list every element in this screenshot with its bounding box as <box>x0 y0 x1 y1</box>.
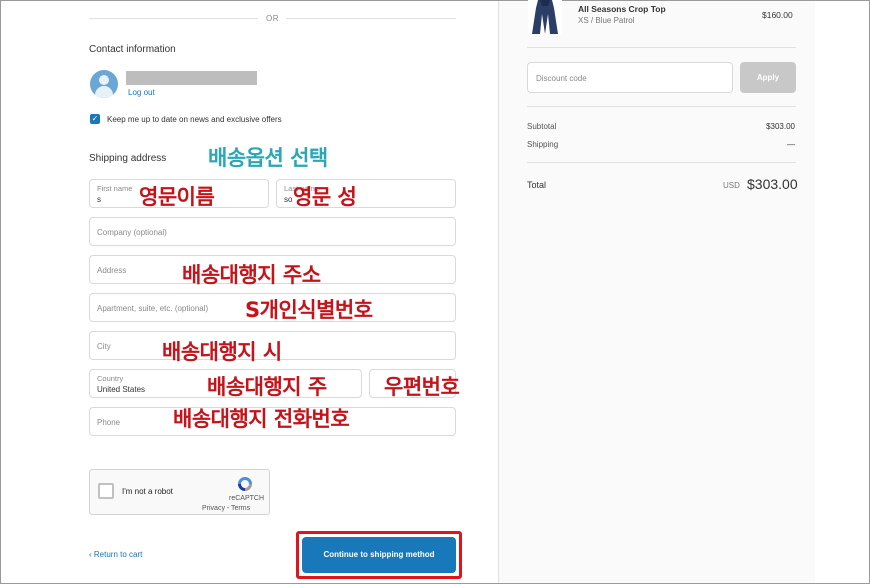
last-name-value: so <box>284 195 293 204</box>
return-to-cart-link[interactable]: ‹ Return to cart <box>89 550 142 559</box>
divider-line-left <box>89 18 258 19</box>
first-name-label: First name <box>97 184 133 193</box>
shipping-value: — <box>787 140 795 149</box>
annotation-english-last-name: 영문 성 <box>293 185 357 209</box>
contact-information-title: Contact information <box>89 44 176 55</box>
recaptcha-logo-icon <box>238 477 252 491</box>
summary-divider <box>527 47 796 48</box>
marketing-optin-label: Keep me up to date on news and exclusive… <box>107 115 282 124</box>
annotation-shipping-option: 배송옵션 선택 <box>208 146 328 170</box>
total-value: $303.00 <box>747 176 798 192</box>
country-value: United States <box>97 385 146 394</box>
subtotal-label: Subtotal <box>527 122 557 131</box>
total-label: Total <box>527 180 547 190</box>
company-field[interactable]: Company (optional) <box>89 217 456 246</box>
logout-link[interactable]: Log out <box>128 88 155 97</box>
divider-or-label: OR <box>266 14 279 23</box>
country-label: Country <box>97 374 124 383</box>
annotation-forwarder-city: 배송대행지 시 <box>162 340 282 364</box>
recaptcha-brand: reCAPTCH <box>229 495 265 502</box>
discount-code-placeholder: Discount code <box>536 74 587 83</box>
avatar-head-icon <box>99 75 109 85</box>
company-placeholder: Company (optional) <box>97 228 167 237</box>
marketing-optin-checkbox[interactable]: ✓ <box>90 114 100 124</box>
annotation-english-first-name: 영문이름 <box>139 185 215 209</box>
shipping-label: Shipping <box>527 140 559 149</box>
divider-line-right <box>286 18 456 19</box>
product-name: All Seasons Crop Top <box>578 4 666 14</box>
apartment-placeholder: Apartment, suite, etc. (optional) <box>97 304 209 313</box>
recaptcha-privacy-terms-link[interactable]: Privacy - Terms <box>202 505 250 512</box>
avatar-body-icon <box>95 86 113 98</box>
subtotal-value: $303.00 <box>766 122 795 131</box>
city-placeholder: City <box>97 342 111 351</box>
recaptcha-widget: I'm not a robot reCAPTCH Privacy - Terms <box>89 469 270 515</box>
annotation-forwarder-address: 배송대행지 주소 <box>182 263 321 287</box>
first-name-value: s <box>97 195 101 204</box>
annotation-personal-id: S개인식별번호 <box>245 298 373 322</box>
apply-discount-button[interactable]: Apply <box>740 62 796 93</box>
recaptcha-label: I'm not a robot <box>122 487 173 496</box>
summary-divider <box>527 162 796 163</box>
annotation-forwarder-state: 배송대행지 주 <box>207 375 327 399</box>
discount-code-input[interactable]: Discount code <box>527 62 733 93</box>
continue-to-shipping-button[interactable]: Continue to shipping method <box>302 537 456 573</box>
shipping-address-title: Shipping address <box>89 153 167 164</box>
summary-divider <box>527 106 796 107</box>
avatar <box>90 70 118 98</box>
product-price: $160.00 <box>762 10 793 20</box>
phone-placeholder: Phone <box>97 418 121 427</box>
annotation-postal-code: 우편번호 <box>384 375 460 399</box>
total-currency: USD <box>723 181 740 190</box>
annotation-forwarder-phone: 배송대행지 전화번호 <box>173 407 350 431</box>
recaptcha-checkbox[interactable] <box>98 483 114 499</box>
page-margin <box>815 1 869 583</box>
product-variant: XS / Blue Patrol <box>578 16 635 25</box>
redacted-email <box>126 71 257 85</box>
address-placeholder: Address <box>97 266 127 275</box>
product-thumbnail <box>528 0 562 34</box>
